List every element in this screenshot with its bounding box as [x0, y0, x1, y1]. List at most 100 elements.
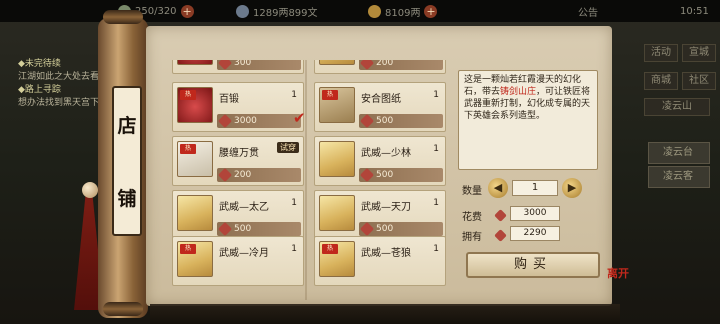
item-name: 武威—苍狼 — [361, 248, 411, 259]
cost-label: 花费 — [462, 212, 482, 223]
item-icon — [319, 60, 355, 65]
price-bar: 3000 — [217, 113, 301, 129]
ruby-gem-icon — [359, 113, 375, 129]
price-bar: 500 — [359, 167, 443, 183]
hot-tag: 热 — [180, 244, 196, 254]
quest-desc: 想办法找到黑天宫下落 — [18, 98, 109, 108]
price-bar: 300 — [217, 60, 301, 71]
buy-button[interactable]: 购买 — [466, 252, 600, 278]
recharge-button[interactable]: 宣城 — [682, 44, 716, 62]
hot-tag: 热 — [180, 90, 196, 100]
ruby-gem-icon — [359, 60, 375, 71]
item-card[interactable]: 热 腰缠万贯 试穿 200 — [172, 136, 304, 186]
item-grid[interactable]: 300 200 热 百锻 1 3000 ✔ 热 安合图纸 1 500 热 腰缠万… — [170, 60, 448, 300]
item-price: 500 — [376, 116, 394, 126]
item-icon — [177, 60, 213, 65]
ruby-gem-icon — [217, 113, 233, 129]
shop-title-char: 店 — [117, 115, 137, 137]
add-gold-button[interactable]: + — [424, 4, 438, 18]
item-qty: 1 — [433, 198, 439, 208]
scroll-item-icon — [319, 141, 355, 177]
quantity-label: 数量 — [462, 186, 482, 197]
selected-check-icon: ✔ — [293, 109, 306, 127]
hot-tag: 热 — [180, 144, 196, 154]
scroll-item-icon: 热 — [319, 241, 355, 277]
price-bar: 200 — [217, 167, 301, 183]
ruby-gem-icon — [217, 60, 233, 71]
item-name: 武威—天刀 — [361, 202, 411, 213]
leave-shop-button[interactable]: 离开 — [604, 268, 632, 296]
clock: 10:51 — [680, 3, 709, 19]
item-qty: 1 — [433, 244, 439, 254]
item-description: 这是一颗灿若红霞漫天的幻化石，带去铸剑山庄，可让铁匠将武器重新打制，幻化成专属的… — [458, 70, 598, 170]
item-price: 200 — [376, 60, 394, 68]
price-bar: 200 — [359, 60, 443, 71]
try-on-badge[interactable]: 试穿 — [277, 142, 299, 153]
clock-time: 10:51 — [680, 5, 709, 17]
item-qty: 1 — [291, 244, 297, 254]
item-card[interactable]: 300 — [172, 60, 304, 74]
item-qty: 1 — [291, 90, 297, 100]
tab-cloud-platform[interactable]: 凌云台 — [648, 142, 710, 164]
owned-value: 2290 — [510, 226, 560, 241]
scroll-item-icon: 热 — [177, 241, 213, 277]
item-name: 腰缠万贯 — [219, 148, 259, 159]
item-name: 武威—少林 — [361, 148, 411, 159]
item-qty: 1 — [433, 144, 439, 154]
social-button[interactable]: 社区 — [682, 72, 716, 90]
tab-cloud-guest[interactable]: 凌云客 — [648, 166, 710, 188]
mall-button[interactable]: 商城 — [644, 72, 678, 90]
bead-decoration — [82, 182, 98, 198]
hot-tag: 热 — [322, 244, 338, 254]
gold-icon — [368, 4, 381, 18]
item-price: 500 — [234, 224, 252, 234]
desc-highlight: 铸剑山庄 — [500, 87, 537, 97]
item-price: 3000 — [234, 116, 257, 126]
shop-title-char: 铺 — [117, 188, 137, 210]
item-card-selected[interactable]: 热 百锻 1 3000 ✔ — [172, 82, 306, 132]
activity-button[interactable]: 活动 — [644, 44, 678, 62]
shop-title-plaque: 店 铺 — [112, 86, 142, 236]
increase-quantity-button[interactable]: ▶ — [562, 178, 582, 198]
item-price: 500 — [376, 224, 394, 234]
quest-title: ◆未完待续 — [18, 59, 61, 69]
item-card[interactable]: 热 武威—苍狼 1 — [314, 236, 446, 286]
bottom-toolbar — [150, 304, 620, 324]
quest-title: ◆路上寻踪 — [18, 85, 61, 95]
item-card[interactable]: 200 — [314, 60, 446, 74]
item-name: 武威—太乙 — [219, 202, 269, 213]
scroll-item-icon — [319, 195, 355, 231]
cost-value: 3000 — [510, 206, 560, 221]
gold-value: 8109两 — [385, 7, 421, 19]
decrease-quantity-button[interactable]: ◀ — [488, 178, 508, 198]
gold-display: 8109两 + — [368, 3, 438, 19]
price-bar: 500 — [217, 221, 301, 237]
scroll-item-icon — [177, 195, 213, 231]
item-card[interactable]: 热 安合图纸 1 500 — [314, 82, 446, 132]
scroll-cap-top — [103, 10, 143, 24]
item-name: 安合图纸 — [361, 94, 401, 105]
quantity-input[interactable]: 1 — [512, 180, 558, 196]
quest-tracker[interactable]: ◆未完待续 江湖如此之大处去看看 ◆路上寻踪 想办法找到黑天宫下落 — [18, 58, 108, 110]
add-stamina-button[interactable]: + — [180, 4, 194, 18]
price-bar: 500 — [359, 113, 443, 129]
ruby-gem-icon — [217, 221, 233, 237]
item-price: 300 — [234, 60, 252, 68]
ruby-gem-icon — [359, 167, 375, 183]
item-name: 百锻 — [219, 94, 239, 105]
item-card[interactable]: 武威—少林 1 500 — [314, 136, 446, 186]
announcement-button[interactable]: 公告 — [578, 3, 598, 19]
hot-tag: 热 — [322, 90, 338, 100]
item-card[interactable]: 武威—太乙 1 500 — [172, 190, 304, 240]
location-label: 凌云山 — [644, 98, 710, 116]
item-card[interactable]: 热 武威—冷月 1 — [172, 236, 304, 286]
item-name: 武威—冷月 — [219, 248, 269, 259]
ruby-gem-icon — [359, 221, 375, 237]
price-bar: 500 — [359, 221, 443, 237]
owned-label: 拥有 — [462, 232, 482, 243]
item-price: 500 — [376, 170, 394, 180]
item-qty: 1 — [433, 90, 439, 100]
ruby-gem-icon — [217, 167, 233, 183]
item-card[interactable]: 武威—天刀 1 500 — [314, 190, 446, 240]
belt-item-icon: 热 — [177, 141, 213, 177]
